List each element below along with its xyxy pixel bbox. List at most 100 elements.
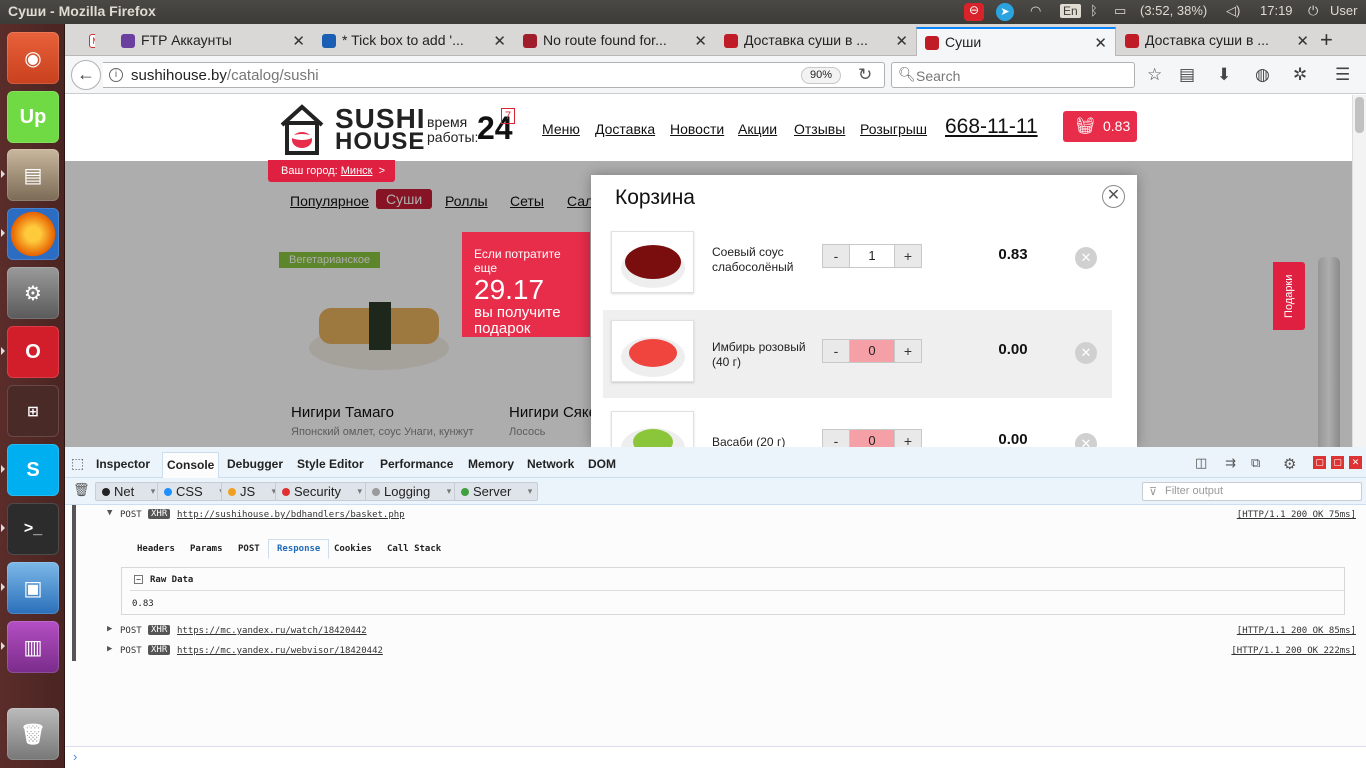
bookmark-star-icon[interactable]: ☆ <box>1147 65 1162 85</box>
menu-link[interactable]: Меню <box>542 121 580 137</box>
indicator-red-icon[interactable]: ⊖ <box>964 3 984 21</box>
close-devtools-icon[interactable]: ✕ <box>1349 456 1362 469</box>
ubuntu-dash-icon[interactable]: ◉ <box>7 32 59 84</box>
gear-icon[interactable]: ⚙ <box>1283 455 1296 473</box>
decrease-button[interactable]: - <box>822 429 850 447</box>
increase-button[interactable]: + <box>894 429 922 447</box>
new-tab-button[interactable]: + <box>1320 27 1333 53</box>
detail-tab-cookies[interactable]: Cookies <box>334 544 372 554</box>
extension-2-icon[interactable]: ✲ <box>1293 65 1307 85</box>
terminal-icon[interactable]: >_ <box>7 503 59 555</box>
zoom-indicator[interactable]: 90% <box>801 67 842 84</box>
detail-tab-headers[interactable]: Headers <box>137 544 175 554</box>
tab-dom[interactable]: DOM <box>588 457 616 471</box>
close-tab-icon[interactable]: ✕ <box>1296 32 1309 50</box>
reading-list-icon[interactable]: ▤ <box>1179 65 1195 85</box>
split-console-icon[interactable]: ◫ <box>1195 455 1207 471</box>
close-icon[interactable]: ✕ <box>1102 185 1125 208</box>
console-input[interactable]: › <box>65 746 1366 768</box>
gmail-pinned-tab[interactable]: M <box>83 27 95 56</box>
tab-delivery-2[interactable]: Доставка суши в ... ✕ <box>1117 27 1317 56</box>
clock[interactable]: 17:19 <box>1260 3 1293 18</box>
reload-icon[interactable]: ↻ <box>858 65 872 85</box>
tab-tickbox[interactable]: * Tick box to add '... ✕ <box>314 27 514 56</box>
filter-net[interactable]: Net ▾ <box>95 482 162 501</box>
filter-server[interactable]: Server ▾ <box>454 482 539 501</box>
back-button[interactable]: ← <box>71 60 101 90</box>
telegram-icon[interactable]: ➤ <box>996 3 1014 21</box>
user-menu-icon[interactable]: ⏻ <box>1308 3 1318 19</box>
workspace-switcher-icon[interactable]: ⊞ <box>7 385 59 437</box>
close-tab-icon[interactable]: ✕ <box>895 32 908 50</box>
search-input[interactable]: 🔍︎ Search <box>891 62 1135 88</box>
minimize-devtools-icon[interactable]: ▢ <box>1313 456 1326 469</box>
quantity-input[interactable]: 1 <box>849 244 895 268</box>
dock-devtools-icon[interactable]: ▢ <box>1331 456 1344 469</box>
tab-ftp[interactable]: FTP Аккаунты ✕ <box>113 27 313 56</box>
increase-button[interactable]: + <box>894 244 922 268</box>
wifi-icon[interactable]: ◠ <box>1030 3 1041 19</box>
quantity-input[interactable]: 0 <box>849 339 895 363</box>
scrollbar-thumb[interactable] <box>1355 97 1364 133</box>
url-text[interactable]: sushihouse.by/catalog/sushi <box>131 67 319 84</box>
tab-noroute[interactable]: No route found for... ✕ <box>515 27 715 56</box>
tab-console[interactable]: Console <box>162 452 220 479</box>
page-scrollbar[interactable] <box>1352 95 1366 447</box>
close-tab-icon[interactable]: ✕ <box>694 32 707 50</box>
clear-console-icon[interactable]: 🗑︎ <box>73 482 90 498</box>
quantity-input[interactable]: 0 <box>849 429 895 447</box>
expand-arrow-icon[interactable]: ▶ <box>107 624 112 634</box>
screenshot-icon[interactable]: ⧉ <box>1251 455 1260 471</box>
detail-tab-params[interactable]: Params <box>190 544 223 554</box>
increase-button[interactable]: + <box>894 339 922 363</box>
request-status[interactable]: [HTTP/1.1 200 OK 75ms] <box>1237 510 1356 520</box>
request-url[interactable]: https://mc.yandex.ru/watch/18420442 <box>177 626 367 636</box>
battery-icon[interactable]: ▭ <box>1114 3 1126 19</box>
log-row[interactable]: ▶ POST XHR https://mc.yandex.ru/watch/18… <box>73 621 1356 641</box>
cart-button[interactable]: 🧺︎ 0.83 <box>1063 111 1137 142</box>
remove-item-icon[interactable]: ✕ <box>1075 247 1097 269</box>
firefox-icon[interactable] <box>7 208 59 260</box>
close-tab-icon[interactable]: ✕ <box>1094 34 1107 52</box>
gifts-tab[interactable]: Подарки <box>1273 262 1305 330</box>
log-row[interactable]: ▼ POST XHR http://sushihouse.by/bdhandle… <box>73 505 1356 525</box>
detail-tab-post[interactable]: POST <box>238 544 260 554</box>
reviews-link[interactable]: Отзывы <box>794 121 845 137</box>
tab-delivery-1[interactable]: Доставка суши в ... ✕ <box>716 27 916 56</box>
hamburger-menu-icon[interactable]: ☰ <box>1335 65 1350 85</box>
user-name[interactable]: User <box>1330 3 1357 18</box>
close-tab-icon[interactable]: ✕ <box>493 32 506 50</box>
collapse-arrow-icon[interactable]: ▼ <box>107 508 112 518</box>
decrease-button[interactable]: - <box>822 339 850 363</box>
skype-icon[interactable]: S <box>7 444 59 496</box>
collapse-toggle-icon[interactable]: − <box>134 575 143 584</box>
trash-icon[interactable]: 🗑 <box>7 708 59 760</box>
request-url[interactable]: http://sushihouse.by/bdhandlers/basket.p… <box>177 510 405 520</box>
expand-arrow-icon[interactable]: ▶ <box>107 644 112 654</box>
volume-icon[interactable]: ◁) <box>1226 3 1240 19</box>
upwork-icon[interactable]: Up <box>7 91 59 143</box>
filter-security[interactable]: Security ▾ <box>275 482 368 501</box>
tab-memory[interactable]: Memory <box>468 457 514 471</box>
extension-icon[interactable]: ◍ <box>1255 65 1270 85</box>
element-picker-icon[interactable]: ⬚ <box>71 455 84 472</box>
bluetooth-icon[interactable]: ᛒ <box>1090 3 1098 18</box>
filter-js[interactable]: JS ▾ <box>221 482 283 501</box>
url-bar[interactable]: i sushihouse.by/catalog/sushi 90% ↻ <box>103 62 885 88</box>
promotions-link[interactable]: Акции <box>738 121 777 137</box>
delivery-link[interactable]: Доставка <box>595 121 655 137</box>
filter-logging[interactable]: Logging ▾ <box>365 482 458 501</box>
site-info-icon[interactable]: i <box>109 68 123 82</box>
detail-tab-response[interactable]: Response <box>268 539 330 559</box>
detail-tab-callstack[interactable]: Call Stack <box>387 544 441 554</box>
app-purple-icon[interactable]: ▥ <box>7 621 59 673</box>
tab-sushi[interactable]: Суши ✕ <box>916 27 1116 56</box>
request-status[interactable]: [HTTP/1.1 200 OK 85ms] <box>1237 626 1356 636</box>
files-icon[interactable]: ▤ <box>7 149 59 201</box>
phone-number[interactable]: 668-11-11 <box>945 115 1038 139</box>
request-url[interactable]: https://mc.yandex.ru/webvisor/18420442 <box>177 646 383 656</box>
close-tab-icon[interactable]: ✕ <box>292 32 305 50</box>
giveaway-link[interactable]: Розыгрыш <box>860 121 927 137</box>
tab-debugger[interactable]: Debugger <box>227 457 283 471</box>
news-link[interactable]: Новости <box>670 121 724 137</box>
